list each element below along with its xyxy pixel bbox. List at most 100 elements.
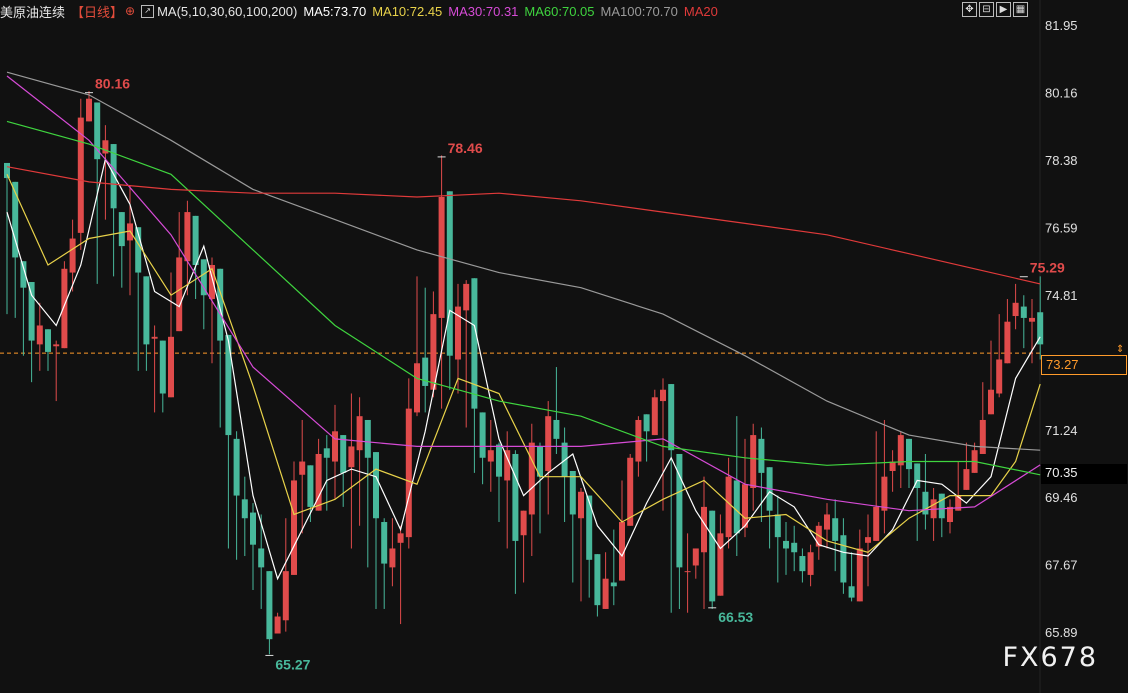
candle-body <box>840 535 847 583</box>
candle-body <box>1012 302 1019 317</box>
candle-body <box>479 412 486 458</box>
candle-body <box>832 518 839 541</box>
candle-body <box>53 344 60 347</box>
candle-body <box>578 491 584 519</box>
candle-body <box>168 336 174 398</box>
candle-body <box>471 278 478 409</box>
y-tick-label: 81.95 <box>1045 18 1078 33</box>
annotation-label: 65.27 <box>275 656 310 672</box>
candle-body <box>742 484 748 528</box>
candle-body <box>200 259 207 296</box>
candle-body <box>610 582 617 587</box>
candle-body <box>856 548 863 602</box>
candle-body <box>151 336 158 339</box>
candle-body <box>45 329 51 352</box>
candle-body <box>545 416 552 471</box>
ma10-value: MA10:72.45 <box>372 3 443 19</box>
candle-body <box>487 450 494 462</box>
chart-area[interactable]: 81.95 80.16 78.38 76.59 74.81 71.24 69.46 67.67… <box>0 0 1128 693</box>
candle-body <box>463 283 470 311</box>
candle-body <box>848 586 855 598</box>
candle-body <box>963 469 970 490</box>
candle-body <box>332 431 338 462</box>
price-arrow-icon: ⇕ <box>1116 344 1124 355</box>
candle-body <box>938 493 945 519</box>
candle-body <box>791 542 798 553</box>
candle-body <box>996 359 1003 394</box>
candle-body <box>291 480 297 575</box>
candle-body <box>725 476 732 538</box>
candle-body <box>758 438 765 473</box>
y-tick-label: 80.16 <box>1045 86 1078 101</box>
candle-body <box>373 452 379 519</box>
ma-params: MA(5,10,30,60,100,200) <box>157 3 298 19</box>
y-tick-label: 67.67 <box>1045 558 1078 573</box>
candle-body <box>553 419 560 439</box>
candle-body <box>988 389 994 415</box>
candle-body <box>651 397 658 436</box>
ma5-value: MA5:73.70 <box>303 3 367 19</box>
candle-body <box>143 276 150 345</box>
candle-body <box>684 571 691 573</box>
candle-body <box>233 438 240 496</box>
price-chart[interactable]: 81.95 80.16 78.38 76.59 74.81 71.24 69.46 67.67… <box>0 0 1128 693</box>
candle-body <box>348 446 355 468</box>
y-tick-label: 71.24 <box>1045 423 1078 438</box>
candle-body <box>922 491 929 515</box>
candle-body <box>405 408 412 538</box>
candle-body <box>258 548 265 568</box>
chart-toolbar: ✥ ⊟ ▶ ▦ <box>962 2 1028 17</box>
candle-body <box>69 238 76 273</box>
annotation-label: 80.16 <box>95 76 130 92</box>
chart-header: 美原油连续 【日线】 ⊕ ↗ MA(5,10,30,60,100,200) MA… <box>0 0 724 22</box>
candle-body <box>4 162 10 179</box>
candle-body <box>446 191 453 356</box>
candle-body <box>807 552 814 575</box>
candle-body <box>389 548 396 568</box>
annotation-label: 78.46 <box>448 140 483 156</box>
candle-body <box>897 435 904 466</box>
candle-body <box>28 282 35 341</box>
candle-body <box>569 470 576 515</box>
move-icon[interactable]: ✥ <box>962 2 977 17</box>
candle-body <box>692 548 699 566</box>
candle-body <box>307 465 314 507</box>
candle-body <box>602 578 609 609</box>
zoom-fit-icon[interactable]: ⊟ <box>979 2 994 17</box>
period-label[interactable]: 【日线】 <box>71 2 123 21</box>
chart-icon[interactable]: ↗ <box>141 4 155 18</box>
candle-body <box>250 512 256 545</box>
candle-body <box>906 438 912 470</box>
candle-body <box>717 533 724 596</box>
candle-body <box>979 419 986 454</box>
candle-body <box>118 212 125 247</box>
candle-body <box>520 510 527 536</box>
ma30-value: MA30:70.31 <box>448 3 519 19</box>
candle-body <box>299 461 306 475</box>
watermark: FX678 <box>1002 642 1098 673</box>
candle-body <box>340 435 347 473</box>
candle-body <box>668 384 675 451</box>
candle-body <box>1004 321 1011 364</box>
candle-body <box>225 334 232 436</box>
ma60-value: MA60:70.05 <box>524 3 595 19</box>
candle-body <box>36 325 43 345</box>
settings-icon[interactable]: ▦ <box>1013 2 1028 17</box>
candle-body <box>496 444 502 477</box>
candle-body <box>627 457 634 526</box>
candle-body <box>701 506 707 553</box>
candle-body <box>528 442 535 515</box>
candle-body <box>217 268 224 341</box>
y-tick-label: 69.46 <box>1045 490 1078 505</box>
current-price-tag: 73.27 <box>1041 355 1127 375</box>
candle-body <box>323 448 330 458</box>
candle-body <box>176 257 183 332</box>
play-icon[interactable]: ▶ <box>996 2 1011 17</box>
candle-body <box>512 453 519 541</box>
ma100-value: MA100:70.70 <box>600 3 678 19</box>
candle-body <box>381 522 388 564</box>
circle-plus-icon[interactable]: ⊕ <box>125 4 135 18</box>
candle-body <box>241 499 248 519</box>
candle-body <box>414 363 420 413</box>
candle-body <box>266 571 273 640</box>
